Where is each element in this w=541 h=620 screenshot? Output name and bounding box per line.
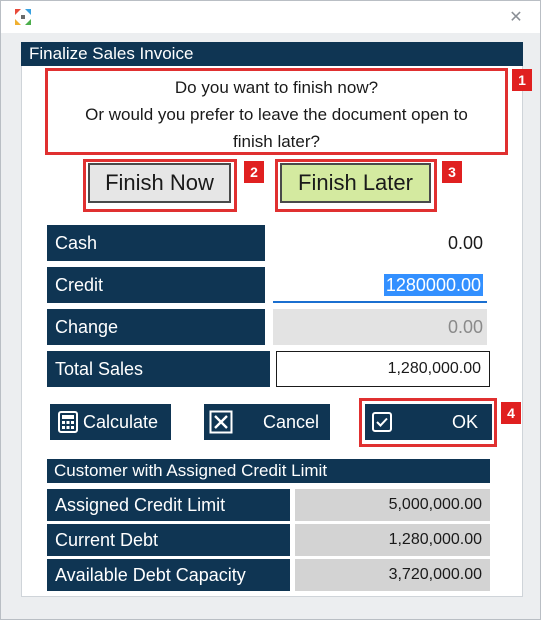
cancel-button[interactable]: Cancel xyxy=(204,404,330,440)
calculator-icon xyxy=(58,411,78,433)
annotation-badge-3: 3 xyxy=(442,161,462,183)
change-label: Change xyxy=(47,309,265,345)
change-input: 0.00 xyxy=(273,309,487,345)
calculate-button[interactable]: Calculate xyxy=(50,404,171,440)
prompt-box: Do you want to finish now? Or would you … xyxy=(45,68,508,155)
total-sales-value: 1,280,000.00 xyxy=(276,351,490,387)
annotation-badge-2: 2 xyxy=(244,161,264,183)
cash-label: Cash xyxy=(47,225,265,261)
total-sales-label: Total Sales xyxy=(47,351,270,387)
credit-label: Credit xyxy=(47,267,265,303)
calculate-label: Calculate xyxy=(83,412,159,432)
annotation-badge-1: 1 xyxy=(512,69,532,91)
close-icon[interactable]: ✕ xyxy=(506,7,526,27)
app-logo-icon xyxy=(15,9,31,25)
cancel-label: Cancel xyxy=(262,412,319,432)
current-debt-label: Current Debt xyxy=(47,524,290,556)
finish-now-button[interactable]: Finish Now xyxy=(88,163,231,203)
credit-input-selected-text: 1280000.00 xyxy=(383,274,483,296)
available-debt-capacity-value: 3,720,000.00 xyxy=(295,559,490,591)
dialog-title: Finalize Sales Invoice xyxy=(21,42,523,66)
prompt-line-3: finish later? xyxy=(233,132,320,151)
cash-input[interactable]: 0.00 xyxy=(273,225,487,261)
prompt-line-1: Do you want to finish now? xyxy=(174,78,379,97)
cancel-x-icon xyxy=(209,410,233,434)
title-bar: ✕ xyxy=(1,1,540,33)
ok-button[interactable]: OK xyxy=(365,404,492,440)
checkbox-check-icon xyxy=(372,412,392,432)
ok-label: OK xyxy=(451,412,478,432)
annotation-badge-4: 4 xyxy=(501,402,521,424)
credit-info-title: Customer with Assigned Credit Limit xyxy=(47,459,490,483)
current-debt-value: 1,280,000.00 xyxy=(295,524,490,556)
assigned-credit-limit-value: 5,000,000.00 xyxy=(295,489,490,521)
prompt-line-2: Or would you prefer to leave the documen… xyxy=(85,105,468,124)
dialog-window: ✕ Finalize Sales Invoice Do you want to … xyxy=(0,0,541,620)
credit-input[interactable]: 1280000.00 xyxy=(273,267,487,303)
finish-later-button[interactable]: Finish Later xyxy=(280,163,431,203)
assigned-credit-limit-label: Assigned Credit Limit xyxy=(47,489,290,521)
available-debt-capacity-label: Available Debt Capacity xyxy=(47,559,290,591)
